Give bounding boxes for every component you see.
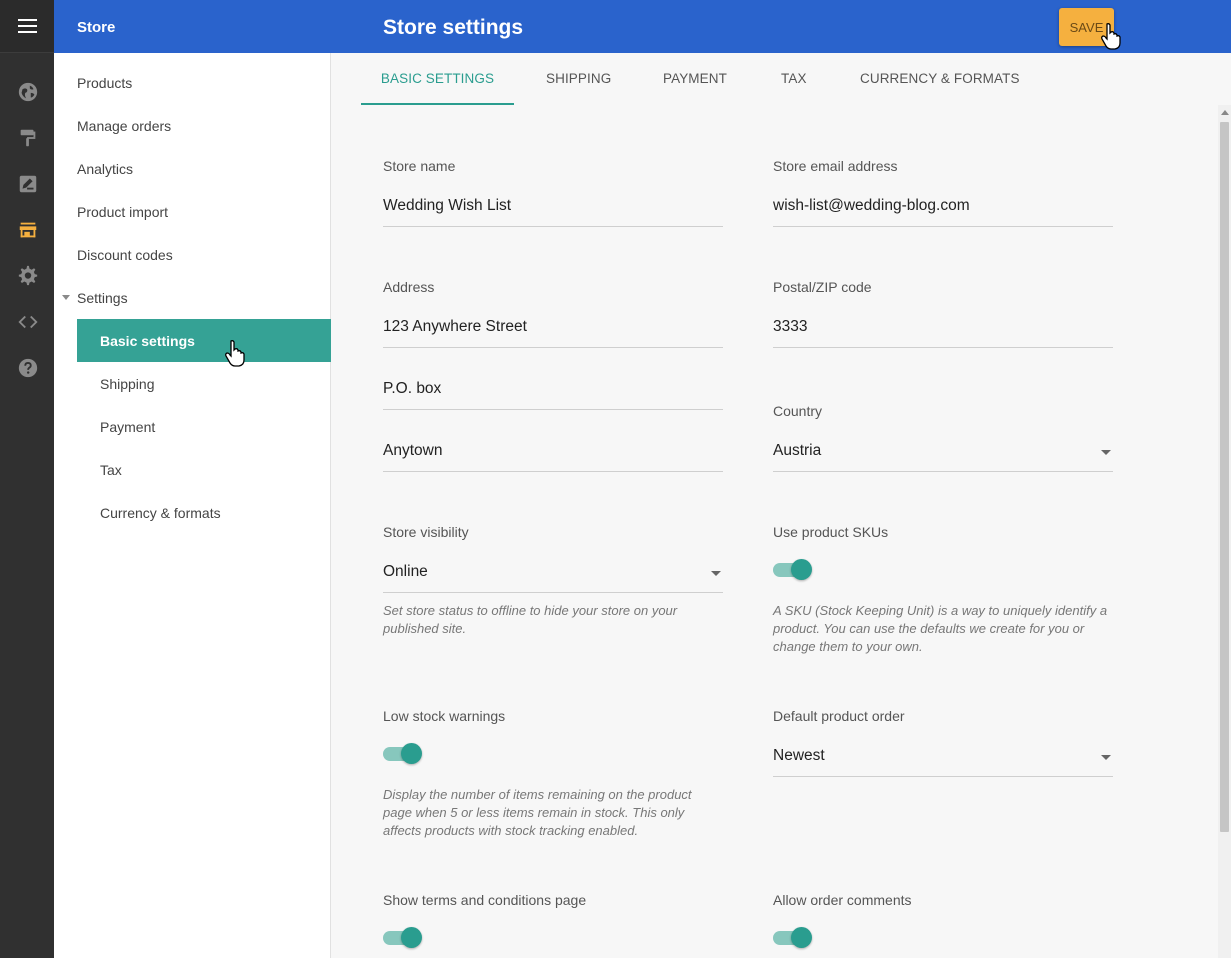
store-icon[interactable] <box>17 219 39 241</box>
country-label: Country <box>773 403 823 419</box>
sidebar-subitem-label: Tax <box>100 461 122 478</box>
address-line1-value: 123 Anywhere Street <box>383 318 527 335</box>
app-name: Store <box>77 19 116 36</box>
scroll-up-icon[interactable] <box>1221 110 1229 115</box>
store-visibility-help: Set store status to offline to hide your… <box>383 603 678 636</box>
store-visibility-select[interactable]: Online <box>383 559 723 593</box>
sidebar-subitem-tax[interactable]: Tax <box>77 448 331 491</box>
sidebar-subitem-label: Payment <box>100 418 156 435</box>
store-name-input[interactable]: Wedding Wish List <box>383 193 723 227</box>
terms-toggle[interactable] <box>383 927 422 949</box>
country-select[interactable]: Austria <box>773 438 1113 472</box>
default-order-label: Default product order <box>773 708 905 724</box>
tab-payment[interactable]: PAYMENT <box>663 53 727 105</box>
top-header: Store Store settings SAVE <box>54 0 1231 53</box>
use-skus-label: Use product SKUs <box>773 524 889 540</box>
caret-down-icon[interactable] <box>62 295 70 300</box>
sidebar-item-product-import[interactable]: Product import <box>77 204 168 220</box>
dropdown-arrow-icon <box>711 571 721 576</box>
scroll-thumb[interactable] <box>1220 122 1229 832</box>
settings-tabs: BASIC SETTINGS SHIPPING PAYMENT TAX CURR… <box>331 53 1231 105</box>
low-stock-toggle[interactable] <box>383 743 422 765</box>
store-visibility-value: Online <box>383 563 428 580</box>
save-button[interactable]: SAVE <box>1059 8 1114 46</box>
address-line1-input[interactable]: 123 Anywhere Street <box>383 314 723 348</box>
sidebar-item-settings[interactable]: Settings <box>77 290 128 306</box>
edit-icon[interactable] <box>17 173 39 195</box>
scrollbar[interactable] <box>1218 105 1231 958</box>
store-email-label: Store email address <box>773 158 898 174</box>
terms-label: Show terms and conditions page <box>383 892 587 908</box>
help-icon[interactable] <box>17 357 39 379</box>
sidebar-subitem-label: Basic settings <box>100 332 195 349</box>
postal-code-label: Postal/ZIP code <box>773 279 872 295</box>
sidebar-item-products[interactable]: Products <box>77 75 132 91</box>
address-line3-value: Anytown <box>383 442 443 459</box>
address-line2-value: P.O. box <box>383 380 442 397</box>
sidebar-item-manage-orders[interactable]: Manage orders <box>77 118 171 134</box>
paint-roller-icon[interactable] <box>17 127 39 149</box>
menu-button[interactable] <box>0 0 54 53</box>
use-skus-help: A SKU (Stock Keeping Unit) is a way to u… <box>773 603 1108 654</box>
country-value: Austria <box>773 442 822 459</box>
order-comments-label: Allow order comments <box>773 892 912 908</box>
default-order-value: Newest <box>773 747 825 764</box>
dropdown-arrow-icon <box>1101 755 1111 760</box>
settings-form: Store name Wedding Wish List Store email… <box>331 105 1218 958</box>
sidebar-subitem-label: Currency & formats <box>100 504 221 521</box>
code-icon[interactable] <box>17 311 39 333</box>
store-name-label: Store name <box>383 158 456 174</box>
address-line2-input[interactable]: P.O. box <box>383 376 723 410</box>
tab-basic-settings[interactable]: BASIC SETTINGS <box>361 53 514 105</box>
postal-code-value: 3333 <box>773 318 808 335</box>
order-comments-toggle[interactable] <box>773 927 812 949</box>
sidebar-subitem-payment[interactable]: Payment <box>77 405 331 448</box>
sidebar-subitem-label: Shipping <box>100 375 155 392</box>
menu-icon[interactable] <box>17 19 37 33</box>
low-stock-label: Low stock warnings <box>383 708 506 724</box>
page-title: Store settings <box>383 16 524 39</box>
postal-code-input[interactable]: 3333 <box>773 314 1113 348</box>
gear-icon[interactable] <box>17 265 39 287</box>
store-name-value: Wedding Wish List <box>383 197 512 214</box>
icon-rail <box>0 0 54 958</box>
sidebar-subitem-basic-settings[interactable]: Basic settings <box>77 319 331 362</box>
tab-tax[interactable]: TAX <box>781 53 807 105</box>
store-visibility-label: Store visibility <box>383 524 469 540</box>
dropdown-arrow-icon <box>1101 450 1111 455</box>
sidebar: Products Manage orders Analytics Product… <box>54 53 331 958</box>
address-line3-input[interactable]: Anytown <box>383 438 723 472</box>
address-label: Address <box>383 279 435 295</box>
globe-icon[interactable] <box>17 81 39 103</box>
tab-currency-formats[interactable]: CURRENCY & FORMATS <box>860 53 1020 105</box>
sidebar-item-discount-codes[interactable]: Discount codes <box>77 247 173 263</box>
store-email-input[interactable]: wish-list@wedding-blog.com <box>773 193 1113 227</box>
use-skus-toggle[interactable] <box>773 559 812 581</box>
store-email-value: wish-list@wedding-blog.com <box>773 197 970 214</box>
tab-shipping[interactable]: SHIPPING <box>546 53 611 105</box>
sidebar-subitem-currency-formats[interactable]: Currency & formats <box>77 491 331 534</box>
low-stock-help: Display the number of items remaining on… <box>383 787 692 838</box>
sidebar-item-analytics[interactable]: Analytics <box>77 161 133 177</box>
sidebar-subitem-shipping[interactable]: Shipping <box>77 362 331 405</box>
default-order-select[interactable]: Newest <box>773 743 1113 777</box>
